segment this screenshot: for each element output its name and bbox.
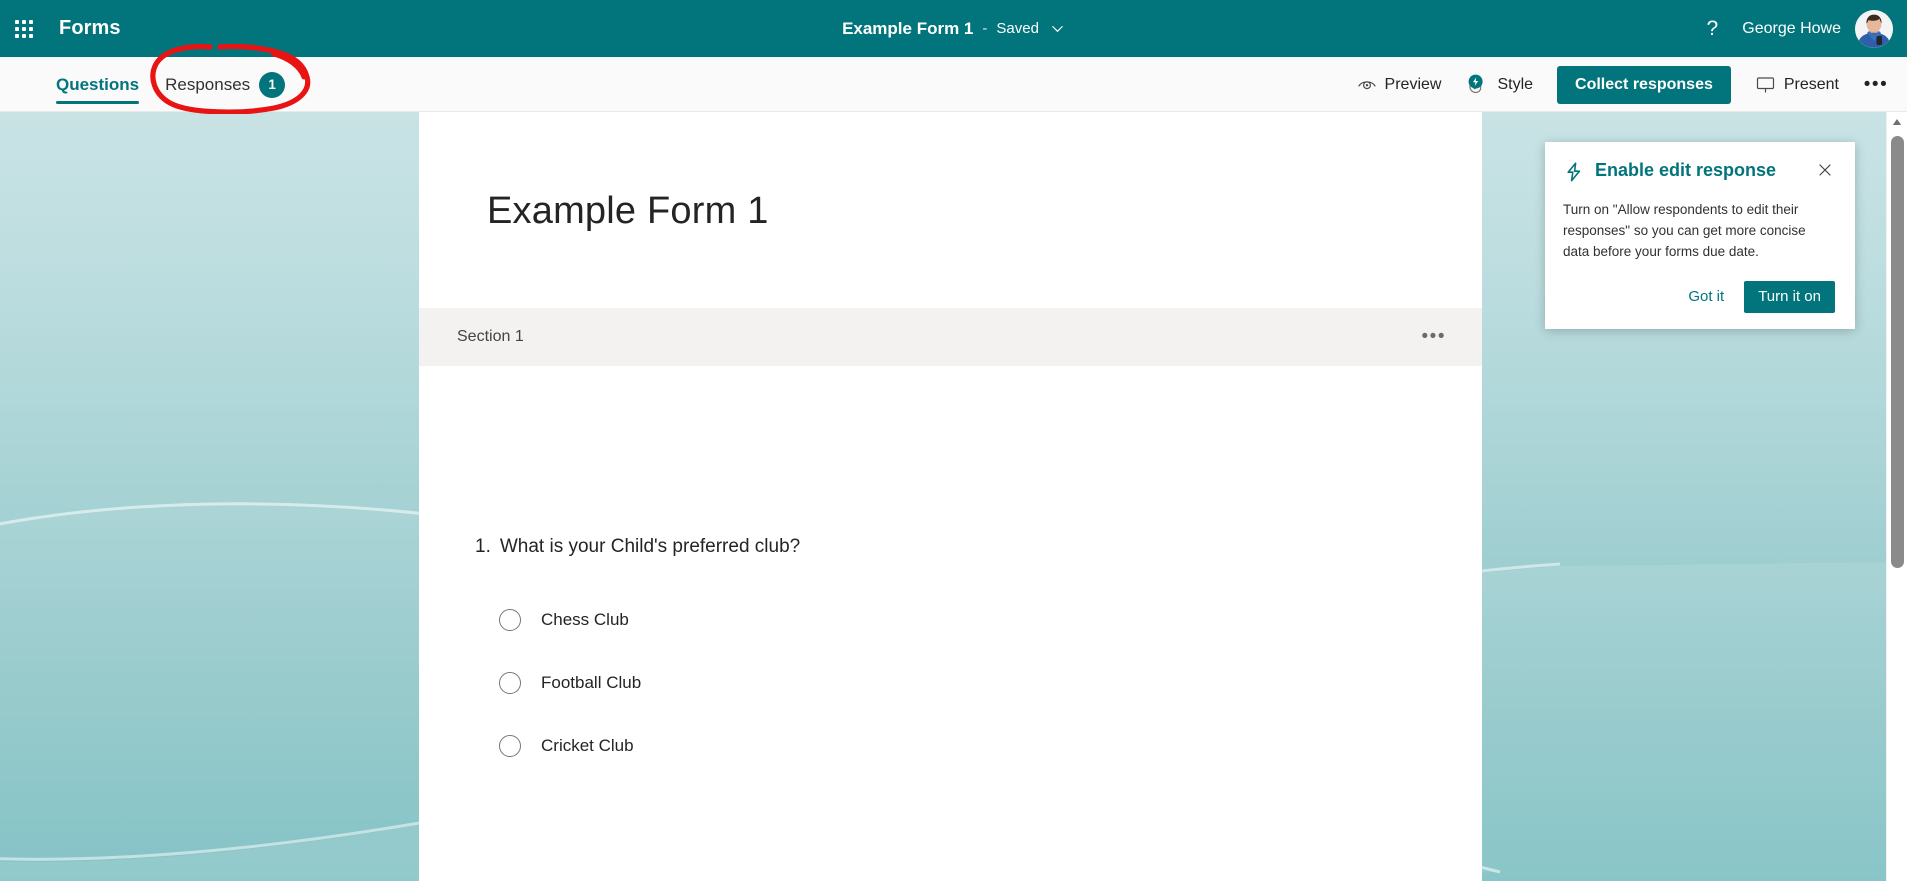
form-canvas: Example Form 1 Section 1 ••• 1. What is …	[0, 112, 1907, 881]
section-name[interactable]: Section 1	[457, 328, 1414, 346]
callout-body-text: Turn on "Allow respondents to edit their…	[1563, 202, 1806, 259]
document-title-container: Example Form 1 - Saved	[0, 0, 1907, 57]
header-right-group: ? George Howe	[1690, 0, 1907, 57]
preview-button[interactable]: Preview	[1347, 67, 1452, 103]
question-number: 1.	[475, 536, 491, 557]
responses-count-badge: 1	[259, 71, 286, 98]
turn-it-on-button[interactable]: Turn it on	[1744, 280, 1835, 313]
form-title[interactable]: Example Form 1	[419, 112, 1482, 233]
monitor-present-icon	[1755, 74, 1776, 95]
app-launcher-waffle-icon[interactable]	[0, 0, 48, 57]
style-paint-lightning-icon	[1467, 74, 1489, 96]
form-card: Example Form 1 Section 1 ••• 1. What is …	[419, 112, 1482, 881]
forms-app-window: Forms Example Form 1 - Saved ? George Ho…	[0, 0, 1907, 881]
enable-edit-response-callout: Enable edit response Turn on "Allow resp…	[1545, 142, 1855, 329]
scroll-up-arrow-icon[interactable]	[1887, 112, 1907, 132]
radio-button-icon[interactable]	[499, 671, 521, 694]
present-button[interactable]: Present	[1745, 67, 1849, 103]
section-more-icon[interactable]: •••	[1414, 322, 1454, 352]
question-title[interactable]: 1. What is your Child's preferred club?	[419, 536, 1482, 558]
choice-option[interactable]: Chess Club	[419, 588, 1482, 651]
save-status: Saved	[996, 20, 1039, 37]
choice-list: Chess Club Football Club Cricket Club	[419, 588, 1482, 777]
waffle-grid	[15, 19, 33, 38]
help-icon[interactable]: ?	[1690, 7, 1734, 51]
question-text: What is your Child's preferred club?	[499, 536, 801, 557]
question-block: 1. What is your Child's preferred club? …	[419, 366, 1482, 777]
callout-actions: Got it Turn it on	[1563, 280, 1835, 313]
preview-label: Preview	[1384, 75, 1442, 93]
avatar[interactable]	[1855, 9, 1893, 48]
choice-label: Football Club	[541, 672, 642, 692]
eye-preview-icon	[1357, 75, 1377, 95]
choice-label: Chess Club	[541, 609, 629, 629]
tab-responses-label: Responses	[165, 74, 251, 94]
callout-title: Enable edit response	[1595, 160, 1777, 180]
toolbar-actions: Preview Style Collect responses Present …	[1347, 57, 1893, 112]
app-brand-forms[interactable]: Forms	[59, 17, 121, 40]
present-label: Present	[1783, 75, 1839, 93]
user-name[interactable]: George Howe	[1742, 20, 1841, 38]
close-icon[interactable]	[1815, 160, 1835, 180]
lightning-bolt-icon	[1563, 161, 1585, 188]
style-button[interactable]: Style	[1457, 67, 1543, 103]
title-separator: -	[982, 20, 988, 37]
vertical-scrollbar[interactable]	[1886, 112, 1907, 881]
document-title-inner[interactable]: Example Form 1 - Saved	[842, 19, 1065, 39]
tab-questions[interactable]: Questions	[56, 57, 140, 112]
toolbar-more-icon[interactable]: •••	[1859, 68, 1893, 102]
chevron-down-icon[interactable]	[1050, 21, 1065, 36]
got-it-button[interactable]: Got it	[1682, 284, 1730, 309]
tab-responses[interactable]: Responses 1	[165, 57, 286, 112]
radio-button-icon[interactable]	[499, 608, 521, 631]
scrollbar-thumb[interactable]	[1891, 136, 1904, 568]
suite-header: Forms Example Form 1 - Saved ? George Ho…	[0, 0, 1907, 57]
callout-header: Enable edit response	[1563, 160, 1835, 188]
tab-questions-label: Questions	[56, 74, 140, 94]
style-label: Style	[1497, 75, 1534, 93]
command-bar: Questions Responses 1 Preview Style Coll…	[0, 57, 1907, 112]
choice-label: Cricket Club	[541, 735, 634, 755]
radio-button-icon[interactable]	[499, 734, 521, 757]
choice-option[interactable]: Cricket Club	[419, 714, 1482, 777]
section-header: Section 1 •••	[419, 308, 1482, 366]
document-title: Example Form 1	[842, 18, 974, 38]
collect-responses-button[interactable]: Collect responses	[1557, 65, 1731, 104]
choice-option[interactable]: Football Club	[419, 651, 1482, 714]
tab-list: Questions Responses 1	[56, 57, 286, 112]
